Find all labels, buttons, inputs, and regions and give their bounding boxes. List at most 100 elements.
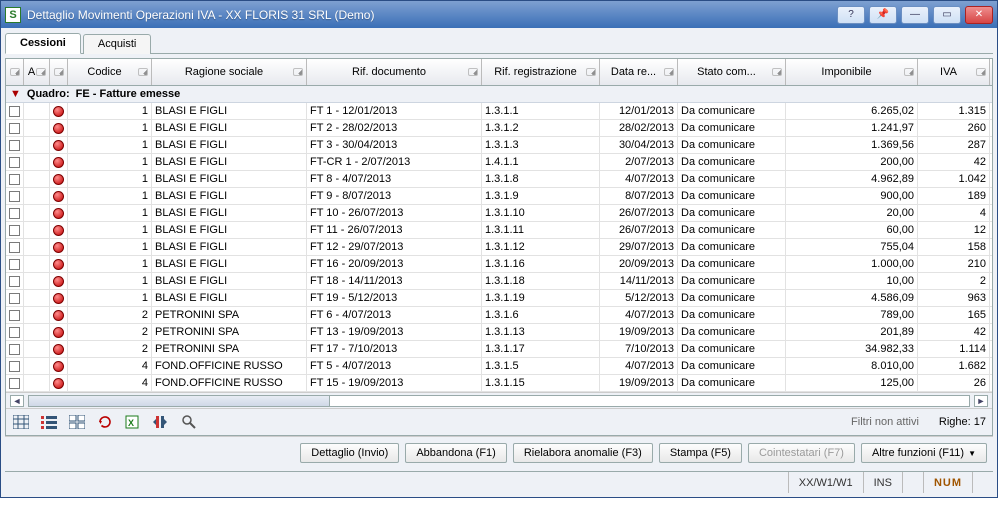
table-row[interactable]: 4FOND.OFFICINE RUSSOFT 5 - 4/07/20131.3.…	[6, 358, 992, 375]
row-ragione: FOND.OFFICINE RUSSO	[152, 358, 307, 374]
row-stato: Da comunicare	[678, 341, 786, 357]
row-ragione: BLASI E FIGLI	[152, 239, 307, 255]
row-iva: 42	[918, 154, 990, 170]
table-row[interactable]: 2PETRONINI SPAFT 6 - 4/07/20131.3.1.64/0…	[6, 307, 992, 324]
help-button[interactable]: ?	[837, 6, 865, 24]
configure-columns-icon[interactable]	[152, 413, 170, 431]
horizontal-scrollbar[interactable]: ◄ ►	[6, 392, 992, 408]
row-checkbox[interactable]	[6, 171, 24, 187]
abbandona-button[interactable]: Abbandona (F1)	[405, 443, 507, 463]
row-status-icon	[50, 239, 68, 255]
col-rif-registrazione[interactable]: Rif. registrazione	[482, 59, 600, 85]
minimize-button[interactable]: —	[901, 6, 929, 24]
table-row[interactable]: 1BLASI E FIGLIFT 1 - 12/01/20131.3.1.112…	[6, 103, 992, 120]
row-ragione: BLASI E FIGLI	[152, 171, 307, 187]
col-stato-com[interactable]: Stato com...	[678, 59, 786, 85]
table-row[interactable]: 2PETRONINI SPAFT 17 - 7/10/20131.3.1.177…	[6, 341, 992, 358]
scroll-thumb[interactable]	[29, 396, 330, 406]
card-view-icon[interactable]	[68, 413, 86, 431]
row-a	[24, 154, 50, 170]
table-row[interactable]: 1BLASI E FIGLIFT 10 - 26/07/20131.3.1.10…	[6, 205, 992, 222]
row-checkbox[interactable]	[6, 205, 24, 221]
rielabora-button[interactable]: Rielabora anomalie (F3)	[513, 443, 653, 463]
stampa-button[interactable]: Stampa (F5)	[659, 443, 742, 463]
row-checkbox[interactable]	[6, 154, 24, 170]
row-checkbox[interactable]	[6, 307, 24, 323]
table-row[interactable]: 1BLASI E FIGLIFT 8 - 4/07/20131.3.1.84/0…	[6, 171, 992, 188]
table-row[interactable]: 1BLASI E FIGLIFT-CR 1 - 2/07/20131.4.1.1…	[6, 154, 992, 171]
row-checkbox[interactable]	[6, 273, 24, 289]
pin-button[interactable]: 📌	[869, 6, 897, 24]
row-checkbox[interactable]	[6, 256, 24, 272]
row-checkbox[interactable]	[6, 103, 24, 119]
table-row[interactable]: 1BLASI E FIGLIFT 12 - 29/07/20131.3.1.12…	[6, 239, 992, 256]
window-controls: ? 📌 — ▭ ✕	[837, 6, 993, 24]
table-row[interactable]: 2PETRONINI SPAFT 13 - 19/09/20131.3.1.13…	[6, 324, 992, 341]
excel-export-icon[interactable]: X	[124, 413, 142, 431]
row-status-icon	[50, 171, 68, 187]
table-row[interactable]: 1BLASI E FIGLIFT 11 - 26/07/20131.3.1.11…	[6, 222, 992, 239]
tab-cessioni[interactable]: Cessioni	[5, 33, 81, 54]
table-row[interactable]: 1BLASI E FIGLIFT 9 - 8/07/20131.3.1.98/0…	[6, 188, 992, 205]
row-checkbox[interactable]	[6, 222, 24, 238]
row-a	[24, 120, 50, 136]
col-data-re[interactable]: Data re...	[600, 59, 678, 85]
col-rif-documento[interactable]: Rif. documento	[307, 59, 482, 85]
row-stato: Da comunicare	[678, 120, 786, 136]
tab-acquisti[interactable]: Acquisti	[83, 34, 152, 54]
grid-view-icon[interactable]	[12, 413, 30, 431]
col-iva[interactable]: IVA	[918, 59, 990, 85]
col-ragione[interactable]: Ragione sociale	[152, 59, 307, 85]
row-ragione: BLASI E FIGLI	[152, 273, 307, 289]
row-rif-registrazione: 1.3.1.17	[482, 341, 600, 357]
col-codice[interactable]: Codice	[68, 59, 152, 85]
grid-rows[interactable]: 1BLASI E FIGLIFT 1 - 12/01/20131.3.1.112…	[6, 103, 992, 392]
row-imponibile: 10,00	[786, 273, 918, 289]
close-button[interactable]: ✕	[965, 6, 993, 24]
row-a	[24, 239, 50, 255]
row-checkbox[interactable]	[6, 120, 24, 136]
row-checkbox[interactable]	[6, 239, 24, 255]
refresh-icon[interactable]	[96, 413, 114, 431]
row-checkbox[interactable]	[6, 341, 24, 357]
row-checkbox[interactable]	[6, 324, 24, 340]
scroll-right-icon[interactable]: ►	[974, 395, 988, 407]
table-row[interactable]: 1BLASI E FIGLIFT 16 - 20/09/20131.3.1.16…	[6, 256, 992, 273]
row-a	[24, 358, 50, 374]
row-rif-documento: FT 15 - 19/09/2013	[307, 375, 482, 391]
table-row[interactable]: 1BLASI E FIGLIFT 2 - 28/02/20131.3.1.228…	[6, 120, 992, 137]
table-row[interactable]: 1BLASI E FIGLIFT 19 - 5/12/20131.3.1.195…	[6, 290, 992, 307]
row-codice: 2	[68, 307, 152, 323]
resize-grip-icon[interactable]	[972, 472, 993, 493]
table-row[interactable]: 4FOND.OFFICINE RUSSOFT 15 - 19/09/20131.…	[6, 375, 992, 392]
row-iva: 2	[918, 273, 990, 289]
col-checkbox[interactable]	[6, 59, 24, 85]
row-a	[24, 307, 50, 323]
tabstrip: Cessioni Acquisti	[5, 32, 993, 54]
row-a	[24, 188, 50, 204]
dettaglio-button[interactable]: Dettaglio (Invio)	[300, 443, 399, 463]
table-row[interactable]: 1BLASI E FIGLIFT 3 - 30/04/20131.3.1.330…	[6, 137, 992, 154]
maximize-button[interactable]: ▭	[933, 6, 961, 24]
row-checkbox[interactable]	[6, 358, 24, 374]
row-stato: Da comunicare	[678, 273, 786, 289]
row-checkbox[interactable]	[6, 188, 24, 204]
scroll-left-icon[interactable]: ◄	[10, 395, 24, 407]
scroll-track[interactable]	[28, 395, 970, 407]
table-row[interactable]: 1BLASI E FIGLIFT 18 - 14/11/20131.3.1.18…	[6, 273, 992, 290]
col-imponibile[interactable]: Imponibile	[786, 59, 918, 85]
search-icon[interactable]	[180, 413, 198, 431]
row-checkbox[interactable]	[6, 137, 24, 153]
collapse-icon[interactable]: ▼	[10, 88, 21, 100]
list-view-icon[interactable]	[40, 413, 58, 431]
row-checkbox[interactable]	[6, 290, 24, 306]
group-row[interactable]: ▼ Quadro: FE - Fatture emesse	[6, 86, 992, 103]
col-status[interactable]	[50, 59, 68, 85]
row-checkbox[interactable]	[6, 375, 24, 391]
altre-funzioni-button[interactable]: Altre funzioni (F11) ▼	[861, 443, 987, 463]
row-a	[24, 290, 50, 306]
col-a[interactable]: A	[24, 59, 50, 85]
action-bar: Dettaglio (Invio) Abbandona (F1) Rielabo…	[5, 436, 993, 471]
row-status-icon	[50, 120, 68, 136]
row-stato: Da comunicare	[678, 375, 786, 391]
